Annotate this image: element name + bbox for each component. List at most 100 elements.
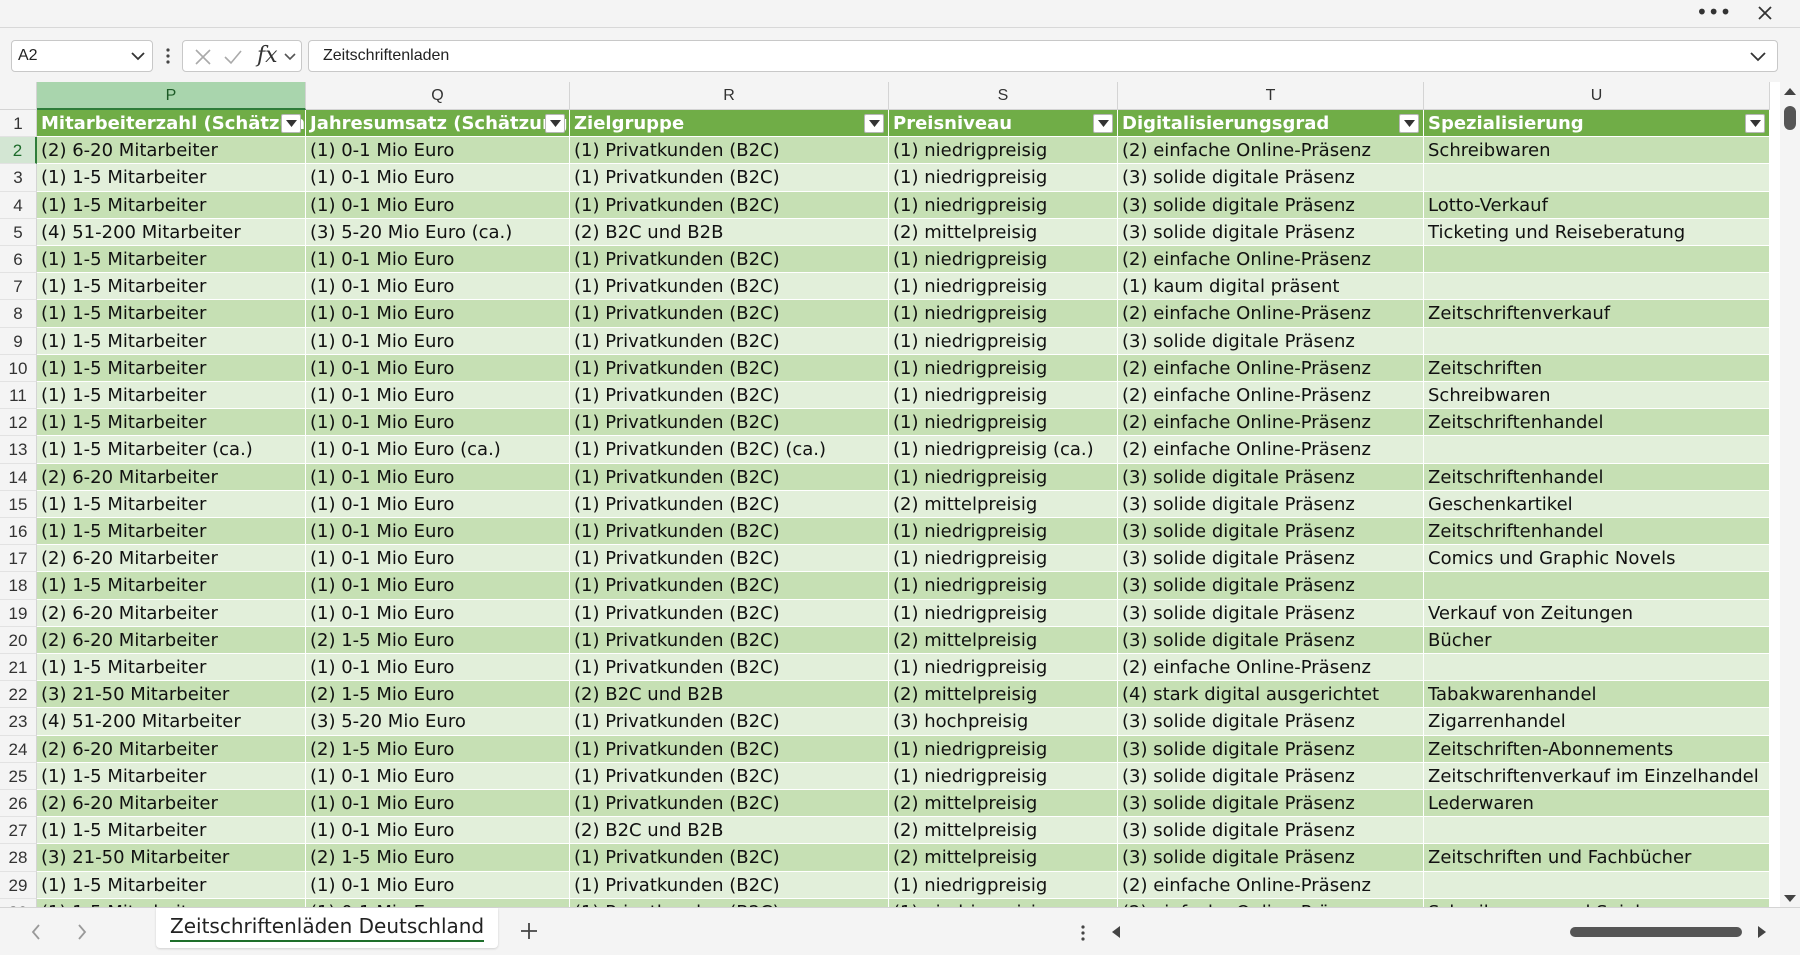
row-header[interactable]: 3 xyxy=(0,164,37,192)
table-cell[interactable]: (1) niedrigpreisig xyxy=(889,898,1118,907)
row-header[interactable]: 22 xyxy=(0,681,37,709)
table-cell[interactable]: (1) 0-1 Mio Euro xyxy=(306,463,570,491)
table-cell[interactable]: (1) niedrigpreisig xyxy=(889,354,1118,382)
formula-bar-options-icon[interactable] xyxy=(160,40,176,72)
column-header-q[interactable]: Q xyxy=(306,82,570,110)
insert-function-button[interactable]: fx xyxy=(257,43,278,68)
table-cell[interactable]: (1) 0-1 Mio Euro xyxy=(306,191,570,219)
row-header[interactable]: 10 xyxy=(0,354,37,382)
table-cell[interactable]: (1) Privatkunden (B2C) xyxy=(570,463,889,491)
table-cell[interactable]: (2) 1-5 Mio Euro xyxy=(306,626,570,654)
table-cell[interactable]: (1) niedrigpreisig xyxy=(889,246,1118,274)
table-cell[interactable]: (3) solide digitale Präsenz xyxy=(1118,218,1424,246)
table-cell[interactable]: Zeitschriftenhandel xyxy=(1424,518,1770,546)
table-cell[interactable]: Lederwaren xyxy=(1424,790,1770,818)
vertical-scrollbar[interactable] xyxy=(1780,82,1800,907)
row-header[interactable]: 24 xyxy=(0,735,37,763)
table-cell[interactable]: (3) solide digitale Präsenz xyxy=(1118,599,1424,627)
table-cell[interactable]: (1) niedrigpreisig xyxy=(889,382,1118,410)
table-cell[interactable]: (2) mittelpreisig xyxy=(889,490,1118,518)
table-cell[interactable]: (1) niedrigpreisig xyxy=(889,599,1118,627)
table-cell[interactable]: (1) Privatkunden (B2C) (ca.) xyxy=(570,436,889,464)
table-cell[interactable]: (1) 1-5 Mitarbeiter xyxy=(37,191,306,219)
table-header-cell[interactable]: Jahresumsatz (Schätzung) xyxy=(306,110,570,138)
table-cell[interactable]: (2) einfache Online-Präsenz xyxy=(1118,436,1424,464)
select-all-corner[interactable] xyxy=(0,82,37,110)
table-cell[interactable]: (1) niedrigpreisig xyxy=(889,545,1118,573)
table-cell[interactable]: (1) 1-5 Mitarbeiter xyxy=(37,409,306,437)
table-cell[interactable]: (1) kaum digital präsent xyxy=(1118,273,1424,301)
table-cell[interactable]: (1) 0-1 Mio Euro xyxy=(306,790,570,818)
table-cell[interactable]: (1) 1-5 Mitarbeiter xyxy=(37,817,306,845)
table-cell[interactable]: (1) Privatkunden (B2C) xyxy=(570,762,889,790)
table-cell[interactable]: Schreibwaren und Spielwaren xyxy=(1424,898,1770,907)
table-cell[interactable]: (4) 51-200 Mitarbeiter xyxy=(37,708,306,736)
table-cell[interactable]: (2) einfache Online-Präsenz xyxy=(1118,354,1424,382)
table-cell[interactable]: (3) solide digitale Präsenz xyxy=(1118,844,1424,872)
table-cell[interactable]: (1) niedrigpreisig xyxy=(889,273,1118,301)
table-cell[interactable]: (1) niedrigpreisig xyxy=(889,327,1118,355)
table-header-cell[interactable]: Mitarbeiterzahl (Schätzung) xyxy=(37,110,306,138)
formula-input[interactable]: Zeitschriftenladen xyxy=(308,40,1778,72)
cancel-x-icon[interactable] xyxy=(193,48,213,66)
table-cell[interactable]: (1) 0-1 Mio Euro xyxy=(306,273,570,301)
table-cell[interactable]: (1) 0-1 Mio Euro xyxy=(306,300,570,328)
table-cell[interactable]: (1) Privatkunden (B2C) xyxy=(570,273,889,301)
table-cell[interactable]: Zigarrenhandel xyxy=(1424,708,1770,736)
row-header[interactable]: 16 xyxy=(0,518,37,546)
table-cell[interactable]: (3) solide digitale Präsenz xyxy=(1118,572,1424,600)
table-cell[interactable]: Zeitschriften-Abonnements xyxy=(1424,735,1770,763)
table-cell[interactable]: Zeitschriftenverkauf im Einzelhandel xyxy=(1424,762,1770,790)
table-cell[interactable]: (1) Privatkunden (B2C) xyxy=(570,137,889,165)
table-cell[interactable]: (1) Privatkunden (B2C) xyxy=(570,898,889,907)
table-cell[interactable]: (2) mittelpreisig xyxy=(889,844,1118,872)
table-cell[interactable]: (1) niedrigpreisig xyxy=(889,164,1118,192)
row-header[interactable]: 2 xyxy=(0,137,37,165)
table-cell[interactable]: (1) niedrigpreisig xyxy=(889,654,1118,682)
row-header[interactable]: 20 xyxy=(0,626,37,654)
table-cell[interactable]: (1) Privatkunden (B2C) xyxy=(570,572,889,600)
previous-sheet-chevron-icon[interactable] xyxy=(28,922,44,942)
table-cell[interactable]: (1) 1-5 Mitarbeiter xyxy=(37,354,306,382)
horizontal-scroll-thumb[interactable] xyxy=(1570,927,1742,937)
table-cell[interactable]: (1) Privatkunden (B2C) xyxy=(570,599,889,627)
row-header[interactable]: 15 xyxy=(0,490,37,518)
column-header-s[interactable]: S xyxy=(889,82,1118,110)
table-cell[interactable]: (1) Privatkunden (B2C) xyxy=(570,545,889,573)
checkmark-icon[interactable] xyxy=(223,48,243,66)
table-cell[interactable]: (1) Privatkunden (B2C) xyxy=(570,626,889,654)
row-header[interactable]: 9 xyxy=(0,327,37,355)
table-cell[interactable]: (2) 6-20 Mitarbeiter xyxy=(37,599,306,627)
table-cell[interactable]: (1) 1-5 Mitarbeiter xyxy=(37,572,306,600)
column-header-t[interactable]: T xyxy=(1118,82,1424,110)
table-cell[interactable] xyxy=(1424,654,1770,682)
scroll-left-arrow-icon[interactable] xyxy=(1110,925,1122,939)
scroll-up-arrow-icon[interactable] xyxy=(1783,86,1797,96)
table-cell[interactable]: (1) 1-5 Mitarbeiter xyxy=(37,654,306,682)
table-cell[interactable]: (1) Privatkunden (B2C) xyxy=(570,300,889,328)
row-header[interactable]: 4 xyxy=(0,191,37,219)
table-cell[interactable]: (3) hochpreisig xyxy=(889,708,1118,736)
scroll-down-arrow-icon[interactable] xyxy=(1783,894,1797,904)
row-header[interactable]: 13 xyxy=(0,436,37,464)
table-cell[interactable]: (2) 6-20 Mitarbeiter xyxy=(37,545,306,573)
table-cell[interactable]: (1) niedrigpreisig xyxy=(889,137,1118,165)
table-cell[interactable]: Zeitschriften xyxy=(1424,354,1770,382)
table-cell[interactable]: (3) 21-50 Mitarbeiter xyxy=(37,844,306,872)
table-cell[interactable]: (1) 0-1 Mio Euro xyxy=(306,409,570,437)
table-cell[interactable]: (2) einfache Online-Präsenz xyxy=(1118,300,1424,328)
row-header[interactable]: 26 xyxy=(0,790,37,818)
table-cell[interactable]: (1) Privatkunden (B2C) xyxy=(570,654,889,682)
table-cell[interactable]: (3) solide digitale Präsenz xyxy=(1118,708,1424,736)
chevron-down-icon[interactable] xyxy=(283,50,297,64)
table-header-cell[interactable]: Spezialisierung xyxy=(1424,110,1770,138)
table-cell[interactable]: (1) 0-1 Mio Euro xyxy=(306,898,570,907)
table-cell[interactable]: (1) Privatkunden (B2C) xyxy=(570,735,889,763)
table-cell[interactable]: (1) niedrigpreisig xyxy=(889,300,1118,328)
table-cell[interactable]: (1) 1-5 Mitarbeiter xyxy=(37,246,306,274)
table-cell[interactable]: (3) solide digitale Präsenz xyxy=(1118,463,1424,491)
table-cell[interactable]: (2) mittelpreisig xyxy=(889,817,1118,845)
filter-dropdown-icon[interactable] xyxy=(545,114,565,133)
table-cell[interactable]: (3) 5-20 Mio Euro (ca.) xyxy=(306,218,570,246)
table-cell[interactable]: (1) 1-5 Mitarbeiter xyxy=(37,300,306,328)
